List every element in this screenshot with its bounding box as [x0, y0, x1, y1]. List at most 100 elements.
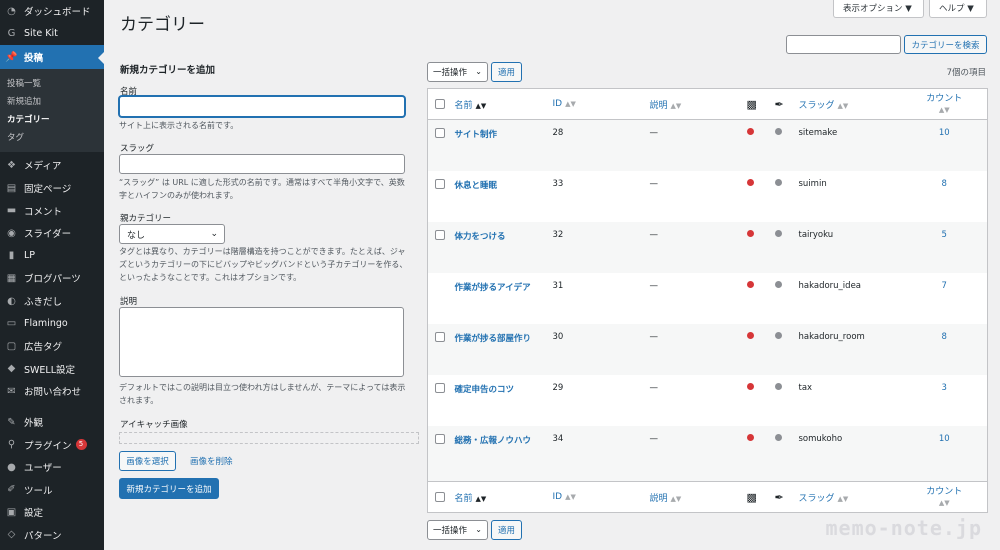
column-name-header[interactable]: 名前 ▲▼ [454, 88, 553, 120]
menu-item-pattern[interactable]: ◇ パターン [0, 524, 104, 547]
menu-label: スライダー [24, 229, 72, 241]
category-name-link[interactable]: 休息と睡眠 [455, 181, 498, 191]
category-count-link[interactable]: 8 [942, 179, 947, 189]
select-all-checkbox-bottom[interactable] [435, 491, 445, 502]
traffic-light-icon: ▩ [746, 481, 775, 513]
bulk-action-select-top[interactable]: 一括操作 ⌄ [427, 62, 488, 82]
row-checkbox[interactable] [435, 382, 445, 393]
screen-options-button[interactable]: 表示オプション ▼ [833, 0, 924, 18]
menu-item-ad-tag[interactable]: ▢ 広告タグ [0, 335, 104, 358]
submenu-item[interactable]: カテゴリー [0, 110, 104, 128]
menu-item-swell[interactable]: ◆ SWELL設定 [0, 358, 104, 381]
category-count-link[interactable]: 10 [939, 434, 950, 444]
description-textarea[interactable] [119, 307, 404, 377]
menu-item-media[interactable]: ❖ メディア [0, 154, 104, 177]
plugin-icon: ⚲ [7, 439, 16, 451]
seo-status-dot [746, 178, 754, 186]
submenu-item[interactable]: 投稿一覧 [0, 74, 104, 92]
category-search-input[interactable] [786, 35, 901, 54]
slug-input[interactable] [119, 154, 405, 174]
name-input[interactable] [119, 96, 405, 117]
submenu-item[interactable]: 新規追加 [0, 92, 104, 110]
menu-label: パターン [24, 530, 62, 542]
watermark: memo-note.jp [825, 516, 982, 540]
column-slug-footer[interactable]: スラッグ ▲▼ [798, 481, 902, 513]
menu-item-posts[interactable]: 📌 投稿 [0, 45, 104, 70]
search-categories-button[interactable]: カテゴリーを検索 [904, 35, 987, 54]
menu-item-page[interactable]: ▤ 固定ページ [0, 177, 104, 200]
menu-label: ブログパーツ [24, 274, 81, 286]
readability-status-dot [774, 382, 782, 390]
menu-item-lp[interactable]: ▮ LP [0, 245, 104, 268]
category-name-link[interactable]: 体力をつける [455, 232, 506, 242]
menu-label: お問い合わせ [24, 387, 82, 399]
remove-image-button[interactable]: 画像を削除 [190, 455, 233, 467]
row-checkbox[interactable] [435, 331, 445, 342]
column-slug-header[interactable]: スラッグ ▲▼ [798, 88, 902, 120]
row-checkbox[interactable] [435, 433, 445, 444]
column-id-footer[interactable]: ID ▲▼ [552, 481, 650, 513]
menu-item-dashboard[interactable]: ◔ ダッシュボード [0, 0, 104, 23]
category-description: — [649, 280, 659, 291]
column-count-header[interactable]: カウント ▲▼ [901, 88, 988, 120]
menu-item-plugin[interactable]: ⚲ プラグイン 5 [0, 433, 104, 456]
menu-item-user[interactable]: ● ユーザー [0, 456, 104, 479]
category-name-link[interactable]: 作業が捗るアイデア [455, 283, 531, 293]
column-count-footer[interactable]: カウント ▲▼ [901, 481, 988, 513]
pushpin-icon: 📌 [5, 51, 18, 63]
menu-item-blog-parts[interactable]: ▦ ブログパーツ [0, 267, 104, 290]
brush-icon: ✎ [7, 416, 16, 428]
category-count-link[interactable]: 8 [942, 332, 947, 342]
category-count-link[interactable]: 3 [942, 383, 947, 393]
parent-category-label: 親カテゴリー [120, 214, 172, 224]
category-description: — [649, 128, 659, 138]
category-name-link[interactable]: サイト制作 [455, 130, 498, 140]
submenu-item[interactable]: タグ [0, 128, 104, 146]
table-row: 休息と睡眠 33 — suimin 8 [428, 171, 988, 222]
help-button[interactable]: ヘルプ ▼ [929, 0, 987, 18]
column-id-header[interactable]: ID ▲▼ [552, 88, 650, 120]
category-description: — [649, 229, 659, 240]
category-count-link[interactable]: 7 [942, 281, 947, 291]
parent-category-select[interactable]: なし ⌄ [119, 224, 225, 244]
category-id: 29 [552, 382, 564, 393]
menu-item-comment[interactable]: ▬ コメント [0, 199, 104, 222]
row-checkbox[interactable] [435, 178, 445, 189]
category-id: 32 [552, 229, 564, 240]
menu-item-slider[interactable]: ◉ スライダー [0, 222, 104, 245]
category-name-link[interactable]: 総務・広報ノウハウ [455, 436, 532, 446]
category-name-link[interactable]: 確定申告のコツ [455, 385, 515, 395]
menu-item-settings[interactable]: ▣ 設定 [0, 501, 104, 524]
menu-item-wrench[interactable]: ✐ ツール [0, 479, 104, 502]
column-description-footer[interactable]: 説明 ▲▼ [649, 481, 747, 513]
menu-item-google-g[interactable]: G Site Kit [0, 23, 104, 46]
category-id: 31 [552, 280, 564, 291]
pattern-icon: ◇ [7, 529, 16, 541]
row-checkbox[interactable] [435, 229, 445, 240]
table-row: 体力をつける 32 — tairyoku 5 [427, 221, 988, 273]
menu-item-flamingo[interactable]: ▭ Flamingo [0, 312, 104, 335]
category-count-link[interactable]: 5 [942, 230, 947, 240]
menu-item-mail[interactable]: ✉ お問い合わせ [0, 380, 104, 403]
category-count-link[interactable]: 10 [939, 128, 950, 138]
menu-item-brush[interactable]: ✎ 外観 [0, 411, 104, 434]
row-checkbox[interactable] [435, 128, 445, 138]
apply-button-top[interactable]: 適用 [491, 62, 522, 82]
google-g-icon: G [7, 28, 16, 40]
add-category-submit-button[interactable]: 新規カテゴリーを追加 [119, 478, 219, 499]
apply-button-bottom[interactable]: 適用 [491, 520, 522, 540]
menu-label: Site Kit [24, 28, 58, 40]
bulk-action-select-bottom[interactable]: 一括操作 ⌄ [427, 520, 488, 540]
add-category-heading: 新規カテゴリーを追加 [120, 65, 216, 76]
chevron-down-icon: ⌄ [475, 67, 482, 76]
column-name-footer[interactable]: 名前 ▲▼ [454, 481, 553, 513]
category-name-link[interactable]: 作業が捗る部屋作り [455, 334, 532, 344]
item-count: 7個の項目 [946, 68, 986, 78]
select-all-checkbox[interactable] [435, 98, 445, 109]
menu-item-speech-bubble[interactable]: ◐ ふきだし [0, 290, 104, 313]
readability-status-dot [774, 178, 782, 186]
category-description: — [649, 433, 659, 444]
seo-status-dot [746, 128, 754, 135]
select-image-button[interactable]: 画像を選択 [119, 451, 176, 471]
column-description-header[interactable]: 説明 ▲▼ [649, 88, 747, 120]
